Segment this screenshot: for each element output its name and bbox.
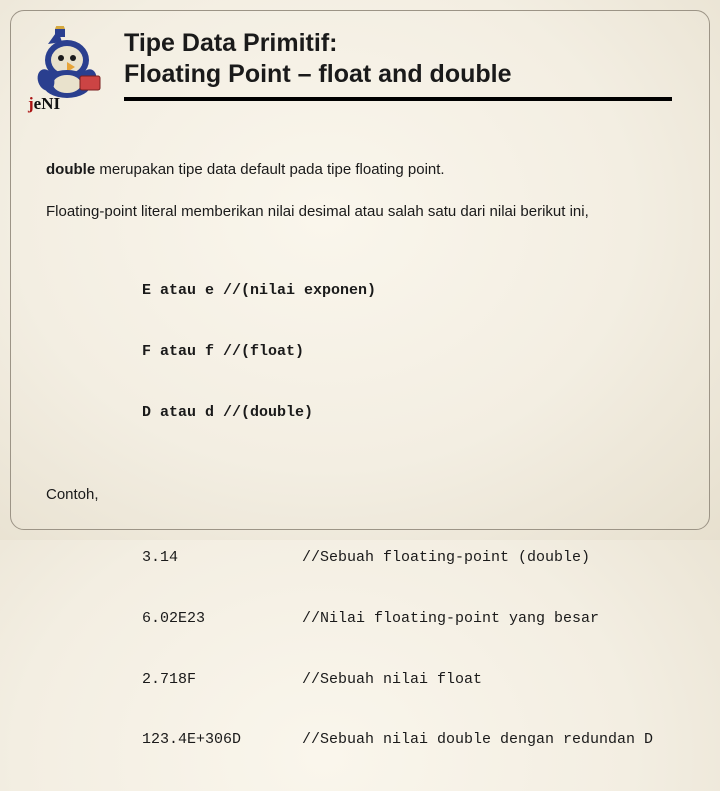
example-value: 6.02E23 — [142, 609, 302, 629]
example-label: Contoh, — [46, 485, 680, 505]
example-row: 123.4E+306D //Sebuah nilai double dengan… — [142, 730, 680, 750]
title-line-1: Tipe Data Primitif: — [124, 28, 680, 59]
paragraph-1-rest: merupakan tipe data default pada tipe fl… — [95, 161, 444, 178]
example-value: 123.4E+306D — [142, 730, 302, 750]
suffix-item: E atau e //(nilai exponen) — [142, 281, 680, 301]
title-line-2: Floating Point – float and double — [124, 59, 680, 90]
example-value: 3.14 — [142, 548, 302, 568]
svg-text:jeNI: jeNI — [27, 94, 60, 113]
example-comment: //Sebuah nilai double dengan redundan D — [302, 730, 653, 750]
example-comment: //Sebuah floating-point (double) — [302, 548, 590, 568]
example-comment: //Sebuah nilai float — [302, 670, 482, 690]
slide-title: Tipe Data Primitif: Floating Point – flo… — [124, 28, 680, 101]
suffix-item: D atau d //(double) — [142, 403, 680, 423]
paragraph-1: double merupakan tipe data default pada … — [46, 160, 680, 180]
suffix-item: F atau f //(float) — [142, 342, 680, 362]
example-list: 3.14 //Sebuah floating-point (double) 6.… — [46, 508, 680, 791]
example-comment: //Nilai floating-point yang besar — [302, 609, 599, 629]
example-row: 6.02E23 //Nilai floating-point yang besa… — [142, 609, 680, 629]
suffix-list: E atau e //(nilai exponen) F atau f //(f… — [142, 241, 680, 464]
title-underline — [124, 97, 672, 101]
jeni-logo: jeNI — [22, 26, 112, 116]
paragraph-2: Floating-point literal memberikan nilai … — [46, 202, 680, 222]
keyword-double: double — [46, 161, 95, 178]
slide-content: double merupakan tipe data default pada … — [46, 160, 680, 791]
example-row: 3.14 //Sebuah floating-point (double) — [142, 548, 680, 568]
example-row: 2.718F //Sebuah nilai float — [142, 670, 680, 690]
example-value: 2.718F — [142, 670, 302, 690]
